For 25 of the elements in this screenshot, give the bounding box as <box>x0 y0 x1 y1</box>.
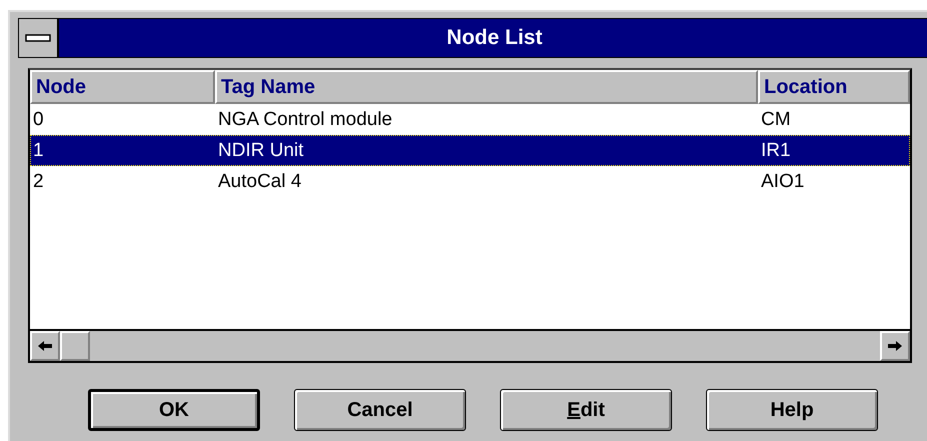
column-header[interactable]: Tag Name <box>215 70 758 104</box>
table-cell-text: IR1 <box>760 140 792 162</box>
table-cell-text: AutoCal 4 <box>217 170 302 192</box>
window-title: Node List <box>446 26 542 50</box>
right-arrow-icon <box>888 341 902 351</box>
column-header[interactable]: Location <box>758 70 910 104</box>
dialog-button[interactable]: Edit <box>500 389 672 431</box>
list-row[interactable]: 1 NDIR Unit IR1 <box>30 135 910 166</box>
table-cell-text: NDIR Unit <box>217 140 305 162</box>
horizontal-scrollbar[interactable] <box>30 329 910 361</box>
left-arrow-icon <box>38 341 52 351</box>
scroll-right-button[interactable] <box>880 331 910 361</box>
table-cell-text: 1 <box>32 140 45 162</box>
column-header[interactable]: Node <box>30 70 215 104</box>
dialog-button[interactable]: Help <box>706 389 878 431</box>
scroll-thumb[interactable] <box>60 331 90 361</box>
table-cell-text: NGA Control module <box>217 108 394 130</box>
table-cell-text: AIO1 <box>760 170 806 192</box>
table-cell-text: 2 <box>32 170 45 192</box>
minus-icon <box>25 34 51 42</box>
scroll-left-button[interactable] <box>30 331 60 361</box>
table-cell-text: CM <box>760 108 792 130</box>
table-cell-text: 0 <box>32 108 45 130</box>
dialog-button[interactable]: OK <box>88 389 260 431</box>
dialog-button[interactable]: Cancel <box>294 389 466 431</box>
